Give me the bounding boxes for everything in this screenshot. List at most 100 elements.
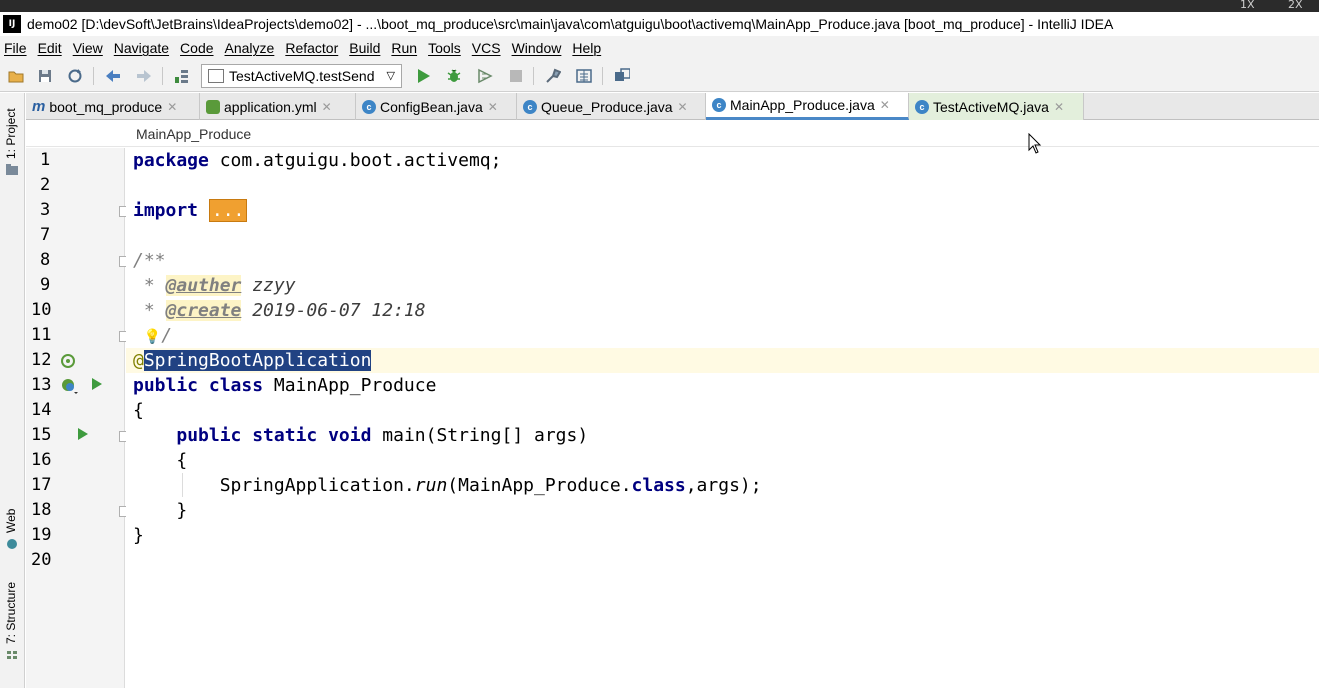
lightbulb-icon[interactable]: 💡 bbox=[144, 329, 161, 345]
menu-view[interactable]: View bbox=[73, 40, 103, 56]
menu-window[interactable]: Window bbox=[512, 40, 562, 56]
menu-analyze[interactable]: Analyze bbox=[225, 40, 275, 56]
maven-module-icon: m bbox=[32, 98, 46, 115]
line-number: 2 bbox=[40, 175, 51, 195]
tab-label: MainApp_Produce.java bbox=[730, 97, 875, 113]
class-name: MainApp_Produce bbox=[263, 375, 437, 396]
tab-application-yml[interactable]: application.yml ✕ bbox=[200, 93, 356, 120]
menu-file[interactable]: File bbox=[4, 40, 27, 56]
line-number: 13 bbox=[31, 375, 52, 395]
tab-label: application.yml bbox=[224, 98, 317, 115]
code-line: 💡/ bbox=[126, 323, 1319, 348]
code-text: SpringApplication. bbox=[219, 475, 415, 496]
window-title: demo02 [D:\devSoft\JetBrains\IdeaProject… bbox=[27, 16, 1114, 32]
tab-boot-mq-produce[interactable]: m boot_mq_produce ✕ bbox=[26, 93, 200, 120]
coverage-icon[interactable] bbox=[477, 68, 493, 84]
doc-comment: * bbox=[133, 275, 166, 296]
side-tab-web[interactable]: Web bbox=[4, 509, 18, 533]
annotation-at: @ bbox=[133, 350, 144, 371]
menu-code[interactable]: Code bbox=[180, 40, 213, 56]
stop-icon[interactable] bbox=[508, 68, 524, 84]
menu-navigate[interactable]: Navigate bbox=[114, 40, 169, 56]
close-icon[interactable]: ✕ bbox=[678, 100, 688, 114]
yaml-file-icon bbox=[206, 99, 220, 114]
close-icon[interactable]: ✕ bbox=[1054, 100, 1064, 114]
doc-tag: @auther bbox=[165, 275, 242, 296]
code-line: import ... bbox=[126, 198, 1319, 223]
sdk-icon[interactable] bbox=[576, 68, 592, 84]
code-line: { bbox=[126, 448, 1319, 473]
keyword: class bbox=[631, 475, 686, 496]
line-number: 19 bbox=[31, 525, 52, 545]
menu-refactor[interactable]: Refactor bbox=[285, 40, 338, 56]
editor-gutter: 1 2 3 7 8 9 10 11 12 13 14 15 16 17 18 1… bbox=[26, 148, 130, 688]
line-number: 17 bbox=[31, 475, 52, 495]
forward-icon[interactable] bbox=[136, 68, 152, 84]
doc-tag-value: zzyy bbox=[241, 275, 296, 296]
line-number: 9 bbox=[40, 275, 51, 295]
spring-class-icon[interactable] bbox=[60, 377, 78, 399]
build-icon[interactable] bbox=[174, 68, 190, 84]
menu-vcs[interactable]: VCS bbox=[472, 40, 501, 56]
code-text: } bbox=[133, 525, 144, 546]
code-line: * @create 2019-06-07 12:18 bbox=[126, 298, 1319, 323]
folded-imports[interactable]: ... bbox=[208, 199, 248, 222]
os-control-2x[interactable]: 2X bbox=[1288, 0, 1303, 11]
project-tool-icon[interactable] bbox=[6, 163, 18, 175]
tab-queue-produce-java[interactable]: c Queue_Produce.java ✕ bbox=[517, 93, 706, 120]
sync-icon[interactable] bbox=[67, 68, 83, 84]
web-tool-icon[interactable] bbox=[6, 538, 18, 550]
tab-mainapp-produce-java[interactable]: c MainApp_Produce.java ✕ bbox=[706, 93, 909, 120]
side-tab-structure[interactable]: 7: Structure bbox=[4, 582, 18, 644]
close-icon[interactable]: ✕ bbox=[880, 98, 890, 112]
line-number: 1 bbox=[40, 150, 51, 170]
keyword: public static void bbox=[176, 425, 372, 446]
code-editor[interactable]: package com.atguigu.boot.activemq; impor… bbox=[126, 148, 1319, 688]
side-tab-project[interactable]: 1: Project bbox=[4, 108, 18, 159]
menu-build[interactable]: Build bbox=[349, 40, 380, 56]
code-text: } bbox=[176, 500, 188, 521]
project-structure-icon[interactable] bbox=[545, 68, 561, 84]
line-number: 16 bbox=[31, 450, 52, 470]
line-number: 12 bbox=[31, 350, 52, 370]
tab-label: boot_mq_produce bbox=[49, 98, 163, 115]
menu-help[interactable]: Help bbox=[572, 40, 601, 56]
os-control-1x[interactable]: 1X bbox=[1240, 0, 1255, 11]
code-line: package com.atguigu.boot.activemq; bbox=[126, 148, 1319, 173]
code-text: com.atguigu.boot.activemq; bbox=[208, 150, 502, 171]
method-signature: main(String[] args) bbox=[371, 425, 589, 446]
tab-configbean-java[interactable]: c ConfigBean.java ✕ bbox=[356, 93, 517, 120]
spring-bean-icon[interactable] bbox=[60, 353, 76, 373]
code-line: * @auther zzyy bbox=[126, 273, 1319, 298]
keyword: import bbox=[133, 200, 199, 221]
title-bar: IJ demo02 [D:\devSoft\JetBrains\IdeaProj… bbox=[0, 12, 1319, 36]
debug-icon[interactable] bbox=[446, 68, 462, 84]
save-icon[interactable] bbox=[37, 68, 53, 84]
run-gutter-icon[interactable] bbox=[77, 427, 89, 445]
chevron-down-icon: ▽ bbox=[386, 70, 395, 82]
breadcrumb-class[interactable]: MainApp_Produce bbox=[136, 126, 251, 142]
layout-icon[interactable] bbox=[614, 68, 630, 84]
menu-edit[interactable]: Edit bbox=[38, 40, 62, 56]
structure-tool-icon[interactable] bbox=[6, 649, 18, 661]
code-line: /** bbox=[126, 248, 1319, 273]
run-icon[interactable] bbox=[416, 68, 432, 84]
run-gutter-icon[interactable] bbox=[91, 377, 103, 395]
os-top-bar: 1X 2X bbox=[0, 0, 1319, 12]
toolbar-separator bbox=[602, 67, 603, 85]
tab-testactivemq-java[interactable]: c TestActiveMQ.java ✕ bbox=[909, 93, 1084, 120]
menu-tools[interactable]: Tools bbox=[428, 40, 461, 56]
close-icon[interactable]: ✕ bbox=[488, 100, 498, 114]
menu-run[interactable]: Run bbox=[391, 40, 417, 56]
selected-annotation[interactable]: SpringBootApplication bbox=[143, 350, 372, 371]
code-line: } bbox=[126, 523, 1319, 548]
test-class-icon: c bbox=[915, 99, 929, 114]
line-number: 3 bbox=[40, 200, 51, 220]
close-icon[interactable]: ✕ bbox=[167, 100, 177, 114]
close-icon[interactable]: ✕ bbox=[322, 100, 332, 114]
open-folder-icon[interactable] bbox=[8, 68, 24, 84]
back-icon[interactable] bbox=[105, 68, 121, 84]
run-config-select[interactable]: TestActiveMQ.testSend ▽ bbox=[201, 64, 402, 88]
toolbar-separator bbox=[533, 67, 534, 85]
breadcrumb: MainApp_Produce bbox=[26, 121, 1319, 147]
